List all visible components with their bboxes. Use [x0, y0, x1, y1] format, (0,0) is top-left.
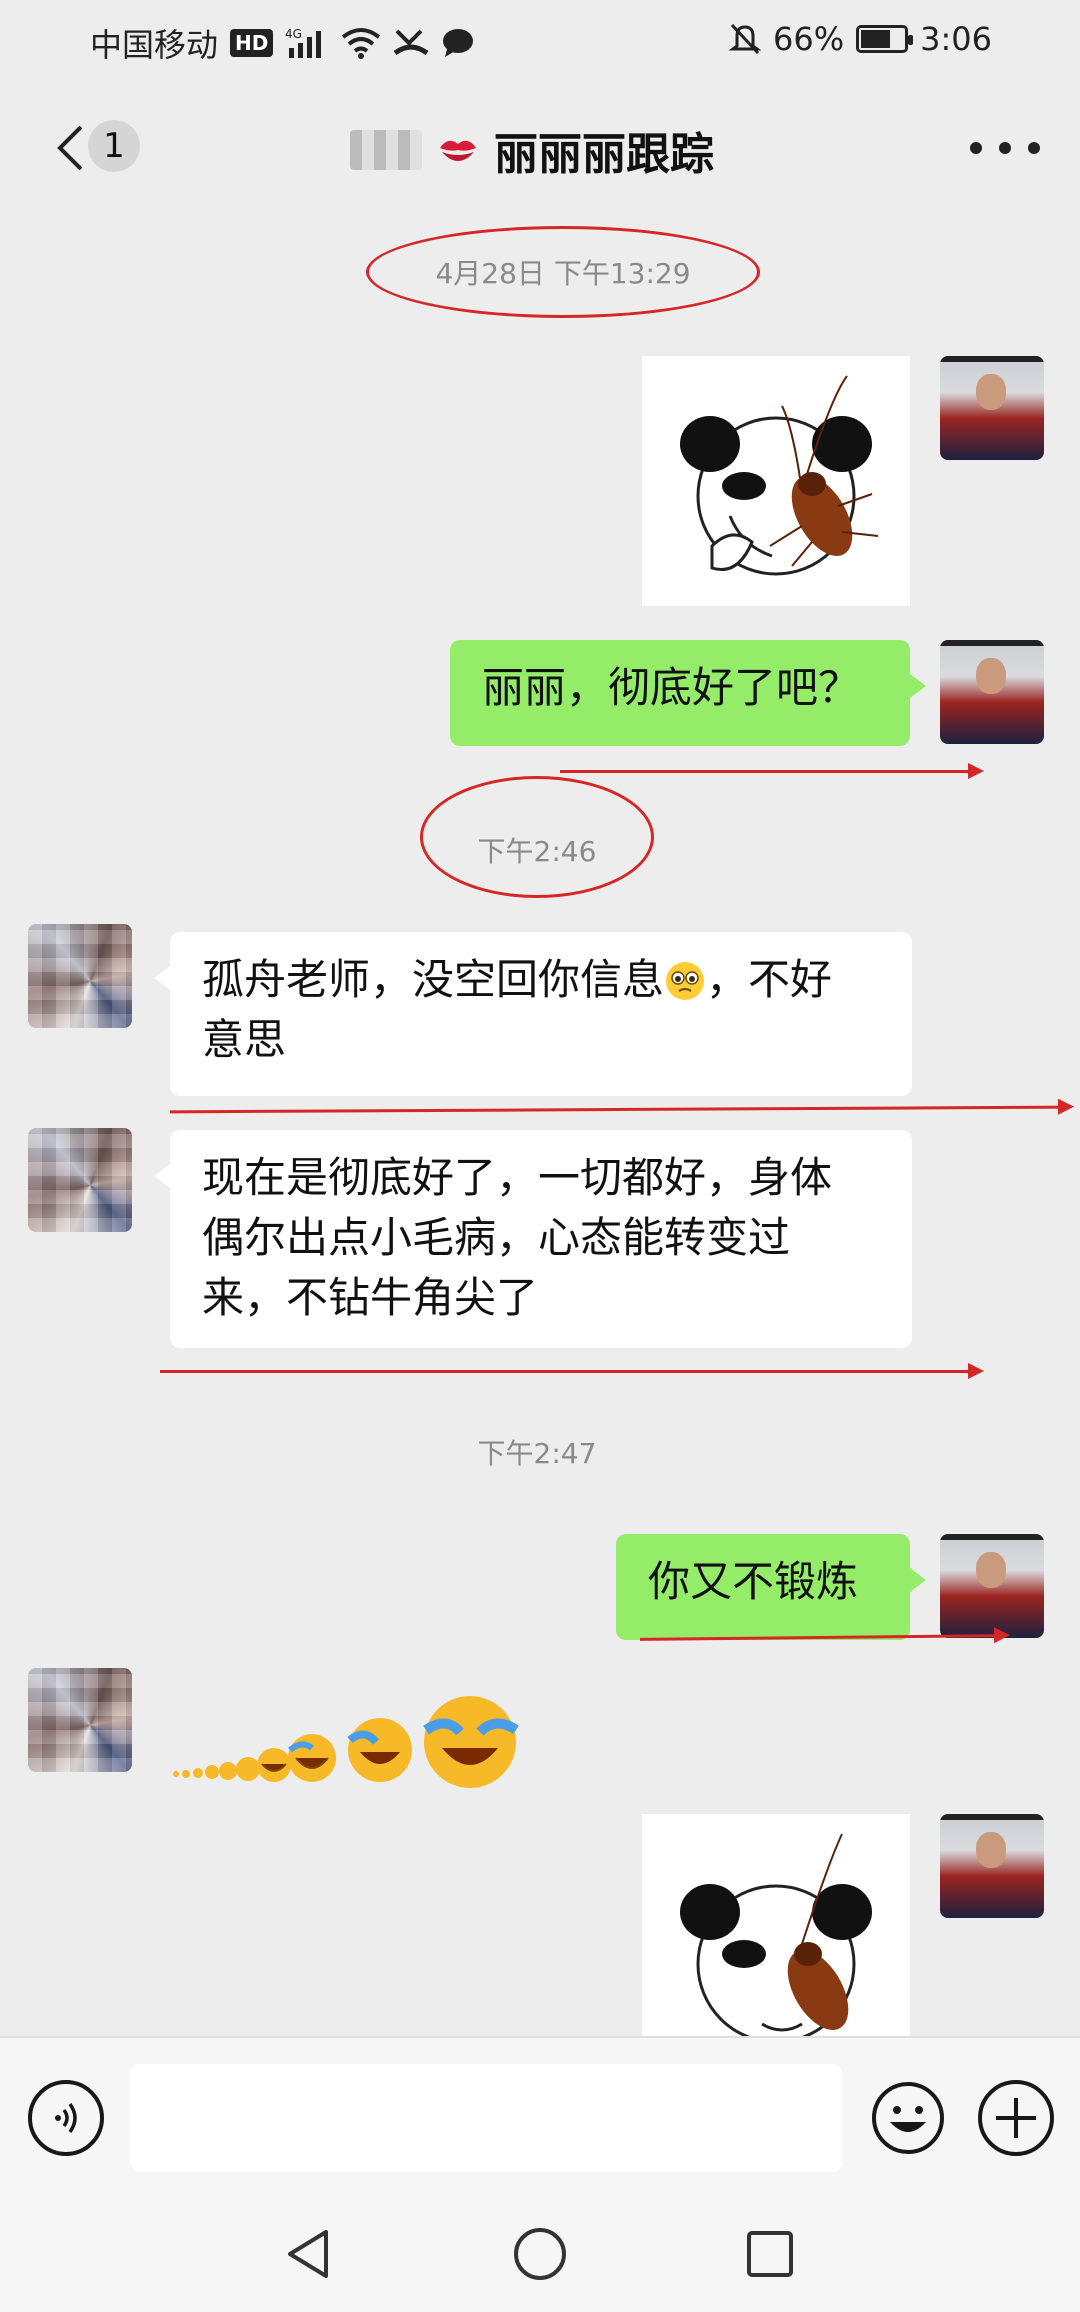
network-label: 4G — [285, 27, 302, 41]
battery-icon — [856, 25, 914, 53]
missed-call-icon — [393, 29, 429, 56]
back-icon — [57, 125, 83, 171]
battery-percent: 66% — [773, 20, 845, 58]
panda-cockroach-image — [680, 375, 879, 576]
sent-message[interactable]: 丽丽，彻底好了吧？ — [450, 640, 926, 746]
annotation-arrow — [160, 1363, 984, 1379]
received-message-text: ，不好 — [706, 955, 833, 1004]
received-message-text: 意思 — [202, 1015, 287, 1064]
plus-button[interactable] — [978, 2080, 1054, 2156]
message-input[interactable] — [130, 2064, 842, 2172]
status-bar: 中国移动 HD 4G 66% 3:06 — [0, 0, 1080, 80]
timestamp: 下午2:47 — [477, 1437, 597, 1470]
my-avatar[interactable] — [940, 1814, 1044, 1918]
received-message-text: 现在是彻底好了，一切都好，身体 — [202, 1153, 833, 1202]
emoji-icon — [872, 2082, 944, 2154]
kiss-icon — [440, 140, 476, 161]
chat-title: 丽丽丽跟踪 — [494, 129, 714, 180]
clock: 3:06 — [920, 20, 992, 58]
timestamp: 4月28日 下午13:29 — [435, 257, 691, 290]
crying-faces-sticker[interactable] — [170, 1686, 530, 1796]
status-left: 中国移动 HD 4G — [90, 20, 475, 66]
more-dot — [1028, 142, 1040, 154]
panda-sticker[interactable] — [642, 1814, 910, 2036]
annotation-arrow — [169, 1105, 1071, 1114]
received-message-text: 来，不钻牛角尖了 — [202, 1273, 539, 1322]
nav-back-icon[interactable] — [280, 2224, 340, 2284]
received-message[interactable]: 孤舟老师，没空回你信息 ，不好 意思 — [154, 932, 912, 1096]
contact-avatar[interactable] — [28, 924, 132, 1028]
chat-title-group: 丽丽丽跟踪 — [350, 120, 714, 180]
more-button[interactable] — [970, 128, 1040, 168]
received-message-text: 偶尔出点小毛病，心态能转变过 — [202, 1213, 791, 1262]
contact-avatar[interactable] — [28, 1128, 132, 1232]
more-dot — [999, 142, 1011, 154]
sent-message-text: 丽丽，彻底好了吧？ — [482, 663, 861, 712]
wifi-icon — [342, 28, 381, 59]
annotation-arrow — [560, 763, 984, 779]
message-icon — [443, 29, 474, 57]
crying-face-icon — [173, 1696, 519, 1788]
battery-fill — [861, 30, 891, 48]
emoji-button[interactable] — [870, 2080, 946, 2156]
sent-message-text: 你又不锻炼 — [648, 1557, 859, 1606]
my-avatar[interactable] — [940, 640, 1044, 744]
signal-icon: 4G — [285, 27, 322, 58]
received-message[interactable]: 现在是彻底好了，一切都好，身体 偶尔出点小毛病，心态能转变过 来，不钻牛角尖了 — [154, 1130, 912, 1348]
sent-message[interactable]: 你又不锻炼 — [616, 1534, 926, 1640]
voice-button[interactable] — [28, 2080, 104, 2156]
voice-icon — [55, 2102, 77, 2134]
timestamp: 下午2:46 — [477, 835, 597, 868]
system-navigation — [0, 2196, 1080, 2312]
unread-badge[interactable]: 1 — [88, 120, 140, 172]
blurred-name — [350, 130, 422, 170]
nav-recents-icon[interactable] — [740, 2224, 800, 2284]
mute-icon — [729, 23, 762, 55]
pleading-face-icon — [666, 962, 705, 1000]
carrier-label: 中国移动 — [90, 26, 219, 64]
panda-cockroach-image — [680, 1833, 872, 2036]
chat-header: 1 丽丽丽跟踪 — [0, 80, 1080, 214]
nav-home-icon[interactable] — [510, 2224, 570, 2284]
panda-sticker[interactable] — [642, 356, 910, 606]
contact-avatar[interactable] — [28, 1668, 132, 1772]
hd-badge: HD — [230, 29, 274, 57]
received-message-text: 孤舟老师，没空回你信息 — [202, 955, 665, 1004]
more-dot — [970, 142, 982, 154]
my-avatar[interactable] — [940, 356, 1044, 460]
my-avatar[interactable] — [940, 1534, 1044, 1638]
status-right: 66% 3:06 — [729, 20, 992, 58]
input-bar — [0, 2036, 1080, 2196]
